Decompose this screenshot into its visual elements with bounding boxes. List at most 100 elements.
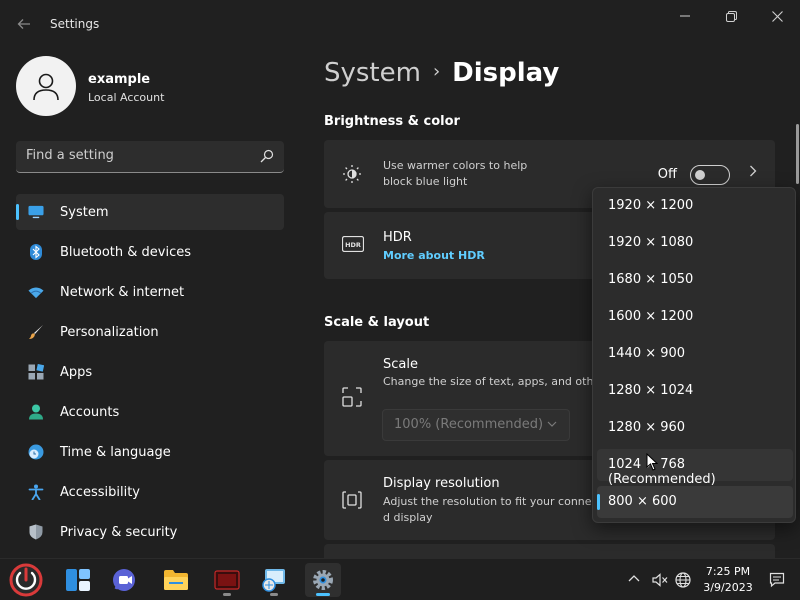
sidebar-item-accessibility[interactable]: Accessibility [16,474,284,510]
resolution-dropdown: 1920 × 1200 1920 × 1080 1680 × 1050 1600… [592,187,796,523]
resolution-option[interactable]: 1280 × 1024 [597,375,793,407]
globe-clock-icon [28,444,44,460]
section-title-brightness: Brightness & color [324,114,460,129]
sidebar-item-privacy-security[interactable]: Privacy & security [16,514,284,550]
sidebar-item-accounts[interactable]: Accounts [16,394,284,430]
hdr-link[interactable]: More about HDR [383,249,485,262]
resolution-option[interactable]: 1920 × 1080 [597,227,793,259]
notification-icon [769,572,785,588]
resolution-option[interactable]: 1600 × 1200 [597,301,793,333]
brightness-icon [343,165,361,183]
user-icon [33,73,59,101]
notification-button[interactable] [769,572,785,591]
night-light-description-line2: block blue light [383,175,468,188]
sidebar-item-label: Apps [60,364,93,380]
sidebar-item-label: Accessibility [60,484,140,500]
mouse-cursor-icon [646,453,658,471]
settings-icon [313,570,333,590]
sidebar-nav: System Bluetooth & devices Network & int… [16,194,284,554]
svg-text:HDR: HDR [345,241,361,249]
search-input[interactable] [26,148,246,163]
scale-select[interactable]: 100% (Recommended) [382,409,570,441]
sidebar-item-label: Network & internet [60,284,185,300]
close-button[interactable] [754,0,800,32]
taskbar-app-settings[interactable] [305,563,341,597]
resolution-option-selected[interactable]: 800 × 600 [597,486,793,518]
section-title-scale-layout: Scale & layout [324,315,430,330]
taskbar-app-terminal[interactable] [209,563,245,597]
breadcrumb: System › Display [324,58,559,88]
tray-overflow-button[interactable] [628,571,640,585]
search-icon[interactable] [260,149,274,163]
taskbar-app-network[interactable] [256,563,292,597]
minimize-button[interactable] [662,0,708,32]
apps-icon [28,364,44,380]
title-bar: Settings [0,0,800,48]
wifi-icon [28,284,44,300]
resolution-option[interactable]: 1280 × 960 [597,412,793,444]
sidebar-item-time-language[interactable]: Time & language [16,434,284,470]
maximize-icon [725,10,737,22]
network-app-icon [262,569,285,592]
hdr-icon: HDR [342,236,364,252]
clock-date: 3/9/2023 [703,581,753,594]
app-title: Settings [50,17,100,31]
resolution-option-hovered[interactable]: 1024 × 768 (Recommended) [597,449,793,487]
resolution-option[interactable]: 1440 × 900 [597,338,793,370]
taskbar-app-chat[interactable] [107,563,143,597]
back-button[interactable] [12,12,36,36]
sidebar-item-system[interactable]: System [16,194,284,230]
resolution-option[interactable]: 1680 × 1050 [597,264,793,296]
taskbar-app-power[interactable] [8,563,44,597]
night-light-toggle[interactable] [690,165,730,185]
sidebar-item-network[interactable]: Network & internet [16,274,284,310]
back-arrow-icon [17,19,30,29]
tray-network-button[interactable] [675,572,691,591]
scale-select-value: 100% (Recommended) [394,417,544,432]
sidebar-item-apps[interactable]: Apps [16,354,284,390]
sidebar-item-personalization[interactable]: Personalization [16,314,284,350]
breadcrumb-parent[interactable]: System [324,58,421,88]
scale-description: Change the size of text, apps, and othe [383,375,601,388]
page-title: Display [452,58,560,88]
taskbar: 7:25 PM 3/9/2023 [0,558,800,600]
resolution-icon [342,491,362,509]
toggle-knob [695,170,705,180]
account-name: example [88,72,151,87]
display-resolution-description-line2: d display [383,511,433,524]
file-explorer-icon [164,570,188,590]
sidebar-item-bluetooth[interactable]: Bluetooth & devices [16,234,284,270]
next-card [324,544,775,558]
resolution-option[interactable]: 1920 × 1200 [597,190,793,222]
power-icon [9,563,43,597]
sidebar-item-label: Personalization [60,324,159,340]
chat-icon [113,569,135,591]
avatar[interactable] [16,56,76,116]
terminal-icon [214,570,240,590]
display-resolution-description-line1: Adjust the resolution to fit your conne [383,495,592,508]
chevron-up-icon [628,575,640,582]
taskbar-app-file-explorer[interactable] [158,563,194,597]
shield-icon [28,524,44,540]
sidebar-item-label: System [60,204,109,220]
speaker-muted-icon [652,573,668,587]
scrollbar-thumb[interactable] [796,124,799,184]
monitor-icon [28,204,44,220]
account-type: Local Account [88,91,165,104]
scale-icon [342,387,362,407]
brush-icon [28,324,44,340]
chevron-right-icon[interactable] [749,165,757,181]
display-resolution-title: Display resolution [383,476,500,491]
clock-time: 7:25 PM [705,565,751,578]
bluetooth-icon [28,244,44,260]
search-box[interactable] [16,141,284,173]
hdr-title: HDR [383,230,412,245]
clock[interactable]: 7:25 PM 3/9/2023 [700,564,756,596]
maximize-button[interactable] [708,0,754,32]
taskbar-app-widgets[interactable] [60,563,96,597]
accessibility-icon [28,484,44,500]
tray-volume-button[interactable] [652,573,668,590]
minimize-icon [680,15,690,17]
person-icon [28,404,44,420]
scale-title: Scale [383,357,418,372]
